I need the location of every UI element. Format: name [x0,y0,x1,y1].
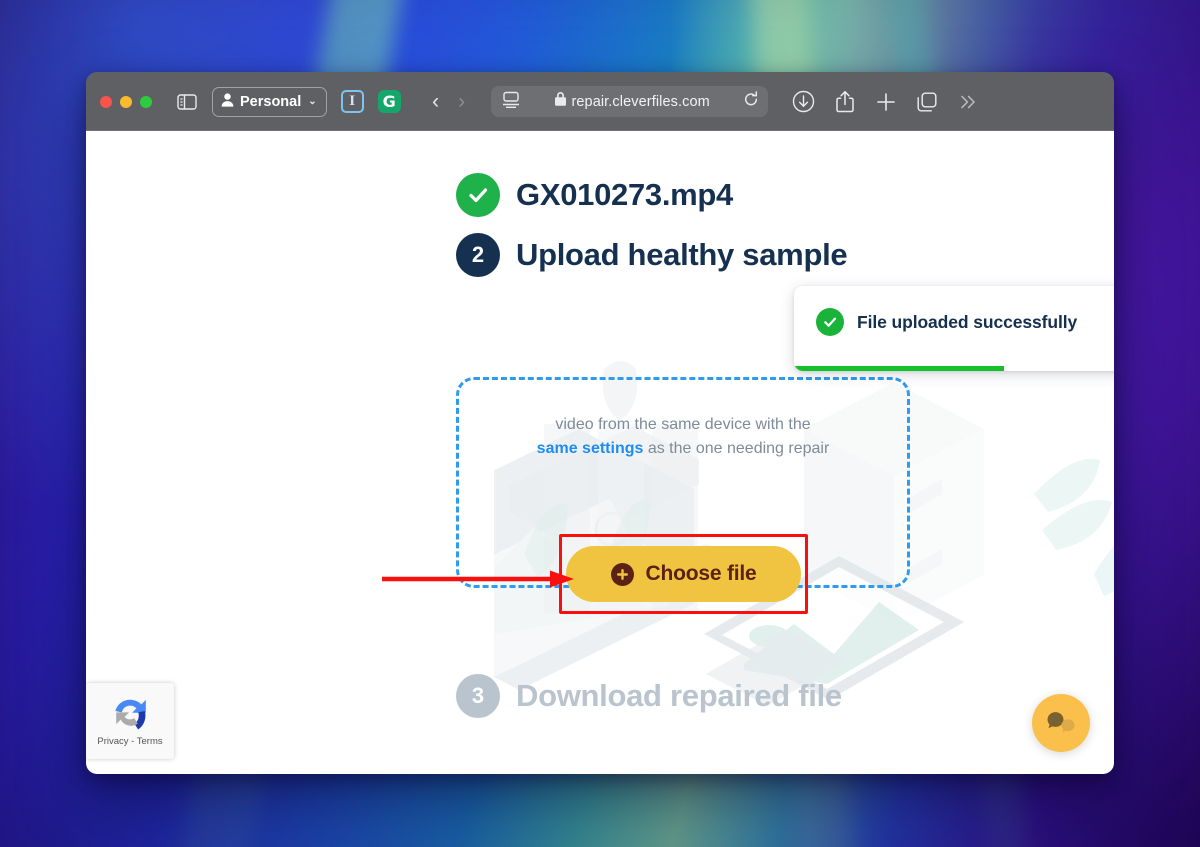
copy-tabs-icon[interactable] [915,90,939,114]
step-1-badge [456,173,500,217]
upload-success-toast: File uploaded successfully × [794,286,1114,371]
web-page-content: GX010273.mp4 2 Upload healthy sample vid… [86,131,1114,774]
step-3-badge: 3 [456,674,500,718]
profile-name-label: Personal [240,93,302,110]
plus-circle-icon [610,562,634,586]
step-3-title: Download repaired file [516,678,842,713]
toast-progress-bar [794,366,1005,371]
steps-column: GX010273.mp4 2 Upload healthy sample [86,131,1114,277]
grammarly-extension-icon[interactable]: G [377,90,401,113]
chevron-double-right-icon[interactable] [956,90,980,114]
recaptcha-privacy-terms-label[interactable]: Privacy - Terms [97,736,162,747]
browser-toolbar: Personal ⌄ I G ‹ › repair.cleverfiles.co… [86,72,1114,131]
safari-browser-window: Personal ⌄ I G ‹ › repair.cleverfiles.co… [86,72,1114,774]
url-text: repair.cleverfiles.com [571,93,710,110]
step-2-title: Upload healthy sample [516,237,848,272]
profile-switcher-button[interactable]: Personal ⌄ [212,86,327,117]
lock-icon [555,92,567,111]
chevron-down-icon: ⌄ [308,96,317,107]
back-button[interactable]: ‹ [423,87,449,117]
toast-body: File uploaded successfully [794,286,1114,336]
step-2-row: 2 Upload healthy sample [86,233,1114,277]
dropzone-hint-line-1: video from the same device with the [555,416,811,433]
choose-file-label: Choose file [645,562,757,585]
window-traffic-lights [100,95,152,108]
reader-view-icon[interactable] [501,91,523,113]
instapaper-extension-icon[interactable]: I [340,90,364,113]
uploaded-file-name: GX010273.mp4 [516,177,733,212]
dropzone-hint-line-2-rest: as the one needing repair [643,440,830,457]
chat-bubbles-icon [1047,712,1075,733]
forward-button: › [458,90,466,113]
toast-progress-track [794,366,1114,371]
chat-widget-button[interactable] [1032,694,1090,752]
download-arrow-icon[interactable] [792,90,816,114]
recaptcha-logo-icon [115,699,146,730]
same-settings-emphasis: same settings [536,440,644,457]
person-icon [221,92,234,111]
reload-icon[interactable] [743,90,759,113]
step-3-row: 3 Download repaired file [86,674,842,718]
recaptcha-badge[interactable]: Privacy - Terms [86,683,174,759]
toast-message: File uploaded successfully [857,311,1078,332]
dropzone-hint-line-2: same settings as the one needing repair [537,437,830,461]
check-circle-icon [816,308,844,336]
address-bar[interactable]: repair.cleverfiles.com [490,86,768,117]
minimize-window-button[interactable] [120,95,132,108]
step-1-row: GX010273.mp4 [86,173,1114,217]
step-2-badge: 2 [456,233,500,277]
close-window-button[interactable] [100,95,112,108]
desktop-wallpaper: Personal ⌄ I G ‹ › repair.cleverfiles.co… [0,0,1200,847]
choose-file-area: Choose file [559,534,808,614]
maximize-window-button[interactable] [140,95,152,108]
share-icon[interactable] [833,90,857,114]
sidebar-toggle-icon[interactable] [172,89,202,115]
toolbar-right-buttons [792,90,980,114]
choose-file-button[interactable]: Choose file [566,546,801,602]
plus-icon[interactable] [874,90,898,114]
